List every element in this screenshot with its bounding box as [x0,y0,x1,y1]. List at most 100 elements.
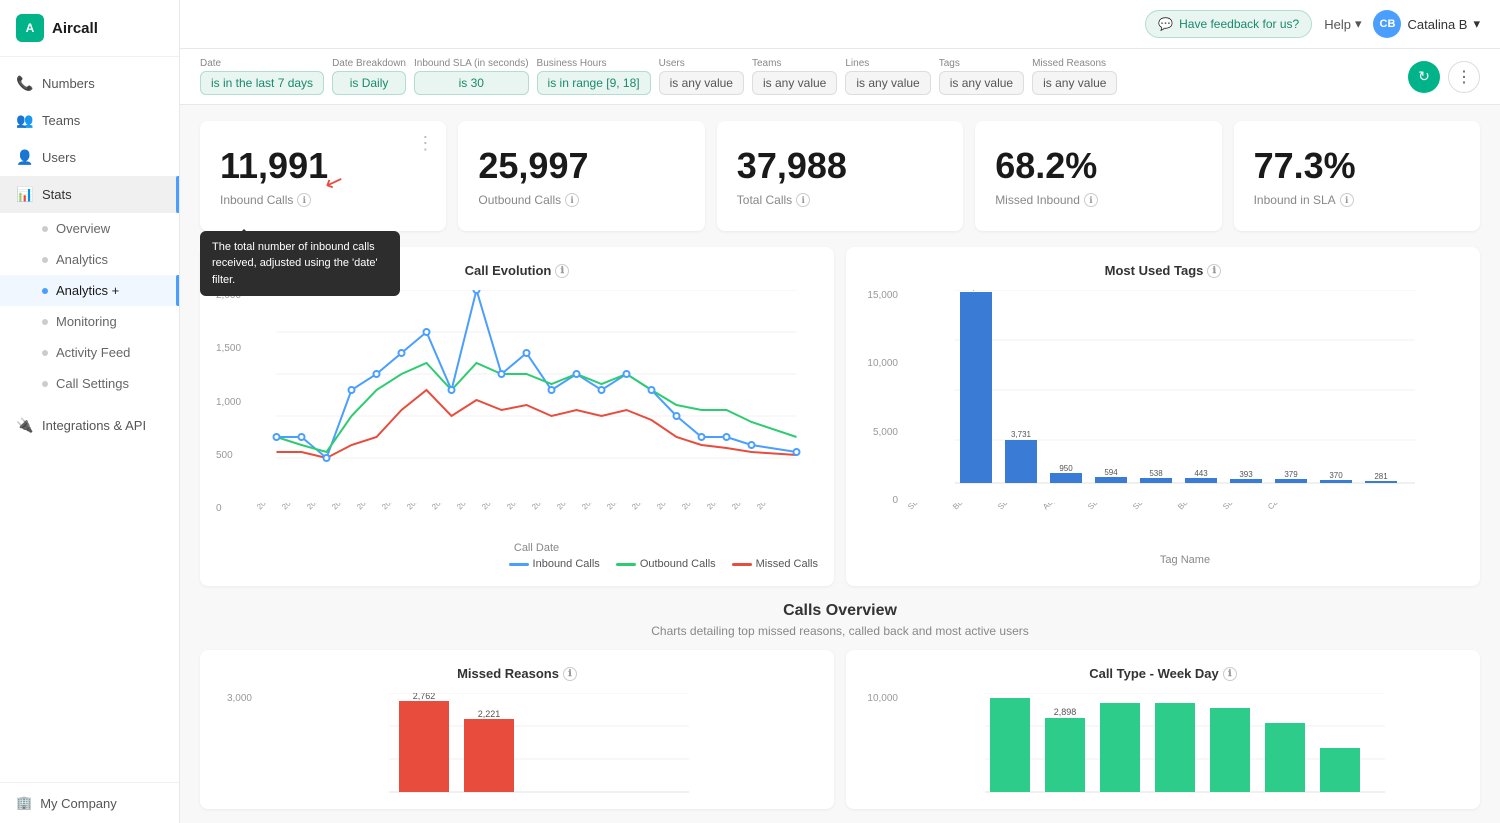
lines-filter-button[interactable]: is any value [845,71,930,95]
help-label: Help [1324,17,1351,32]
sidebar-item-users[interactable]: 👤 Users [0,139,179,176]
svg-text:594: 594 [1104,468,1118,477]
missed-info-icon[interactable]: ℹ [1084,193,1098,207]
company-name: My Company [40,796,117,811]
feedback-button[interactable]: 💬 Have feedback for us? [1145,10,1312,38]
sla-label: Inbound in SLA ℹ [1254,193,1460,207]
more-button[interactable]: ⋮ [1448,61,1480,93]
tag-label: SDR_Negative_Connect [1221,503,1257,511]
breakdown-filter-button[interactable]: is Daily [332,71,406,95]
x-label: 2021-12-31 [730,503,753,511]
sla-value: 77.3% [1254,145,1460,187]
teams-filter-button[interactable]: is any value [752,71,837,95]
filter-breakdown: Date Breakdown is Daily [332,58,406,95]
svg-text:950: 950 [1059,464,1073,473]
sub-dot [42,226,48,232]
x-label: 2021-12-05 [405,503,428,511]
missed-filter-button[interactable]: is any value [1032,71,1117,95]
missed-reasons-info-icon[interactable]: ℹ [563,667,577,681]
total-calls-label: Total Calls ℹ [737,193,943,207]
total-calls-value: 37,988 [737,145,943,187]
bar-sdr-negative [1275,479,1307,483]
bar-call-done [1320,480,1352,483]
evolution-info-icon[interactable]: ℹ [555,264,569,278]
sidebar-sub-activity-feed[interactable]: Activity Feed [0,337,179,368]
sidebar-sub-analytics-plus[interactable]: Analytics + [0,275,179,306]
outbound-info-icon[interactable]: ℹ [565,193,579,207]
x-label: 2021-12-29 [705,503,728,511]
users-filter-button[interactable]: is any value [659,71,744,95]
tag-label: Call Done [1266,503,1302,511]
bar-bdr-lvm [1230,479,1262,483]
date-filter-button[interactable]: is in the last 7 days [200,71,324,95]
call-type-week-svg: 2,898 [906,693,1464,793]
sidebar-item-stats[interactable]: 📊 Stats [0,176,179,213]
y-tick-1000: 1,000 [216,397,251,408]
call-type-week-day-card: Call Type - Week Day ℹ 10,000 [846,650,1480,809]
main-content: ⋮ 11,991 Inbound Calls ℹ ↙ The total num… [180,105,1500,823]
inbound-info-icon[interactable]: ℹ [297,193,311,207]
x-label: 2021-11-29 [330,503,353,511]
svg-text:17,549: 17,549 [964,290,989,292]
refresh-button[interactable]: ↻ [1408,61,1440,93]
call-type-week-day-title: Call Type - Week Day ℹ [862,666,1464,681]
active-indicator [176,275,179,306]
hours-filter-label: Business Hours [537,58,651,69]
sla-info-icon[interactable]: ℹ [1340,193,1354,207]
svg-text:379: 379 [1284,470,1298,479]
tag-label: BDR No Answer; No Voicemail [951,503,987,511]
legend-inbound: Inbound Calls [509,558,600,570]
tags-chart-svg: 17,549 3,731 950 594 538 [906,290,1464,500]
calls-overview-subtitle: Charts detailing top missed reasons, cal… [200,624,1480,638]
sla-filter-button[interactable]: is 30 [414,71,529,95]
sidebar-footer[interactable]: 🏢 My Company [0,782,179,823]
header-actions: ↻ ⋮ [1408,61,1480,93]
tags-filter-button[interactable]: is any value [939,71,1024,95]
user-menu[interactable]: CB Catalina B ▾ [1373,10,1480,38]
tag-label: SDR_Info_Call [1131,503,1167,511]
chevron-down-icon: ▾ [1355,16,1362,32]
x-axis-label: Call Date [255,542,818,554]
sidebar-sub-monitoring[interactable]: Monitoring [0,306,179,337]
sidebar: A Aircall 📞 Numbers 👥 Teams 👤 Users 📊 St… [0,0,180,823]
sidebar-sub-label: Call Settings [56,376,129,391]
sidebar-sub-call-settings[interactable]: Call Settings [0,368,179,399]
filter-lines: Lines is any value [845,58,930,95]
stat-card-sla: 77.3% Inbound in SLA ℹ [1234,121,1480,231]
teams-filter-label: Teams [752,58,837,69]
stat-card-outbound: 25,997 Outbound Calls ℹ [458,121,704,231]
sidebar-item-label: Integrations & API [42,418,146,433]
tag-label: AE_Connected [1041,503,1077,511]
sub-dot [42,257,48,263]
chart-legend: Inbound Calls Outbound Calls Missed Call… [216,558,818,570]
x-label: 2021-12-13 [505,503,528,511]
x-label: 2021-12-21 [605,503,628,511]
call-type-info-icon[interactable]: ℹ [1223,667,1237,681]
tags-y-10000: 10,000 [862,358,898,369]
charts-row: Call Evolution ℹ 2,000 1,500 1,000 500 0 [200,247,1480,586]
legend-outbound-label: Outbound Calls [640,558,716,570]
card-menu-icon[interactable]: ⋮ [416,133,434,154]
missed-y-3000: 3,000 [216,693,252,704]
inbound-calls-label: Inbound Calls ℹ [220,193,426,207]
x-label: 2021-12-15 [530,503,553,511]
stat-card-inbound: ⋮ 11,991 Inbound Calls ℹ ↙ The total num… [200,121,446,231]
svg-text:2,898: 2,898 [1054,707,1077,717]
legend-missed-dot [732,563,752,566]
sidebar-item-numbers[interactable]: 📞 Numbers [0,65,179,102]
week-bar-3 [1100,703,1140,792]
user-chevron-icon: ▾ [1473,16,1480,32]
total-info-icon[interactable]: ℹ [796,193,810,207]
hours-filter-button[interactable]: is in range [9, 18] [537,71,651,95]
missed-bar-1 [399,701,449,792]
sidebar-item-teams[interactable]: 👥 Teams [0,102,179,139]
sidebar-sub-analytics[interactable]: Analytics [0,244,179,275]
filter-date: Date is in the last 7 days [200,58,324,95]
app-name: Aircall [52,20,98,37]
tags-info-icon[interactable]: ℹ [1207,264,1221,278]
inbound-tooltip: The total number of inbound calls receiv… [200,231,400,297]
sidebar-item-integrations[interactable]: 🔌 Integrations & API [0,407,179,444]
help-button[interactable]: Help ▾ [1324,16,1361,32]
sidebar-sub-overview[interactable]: Overview [0,213,179,244]
bar-sdr-positive [1140,478,1172,483]
